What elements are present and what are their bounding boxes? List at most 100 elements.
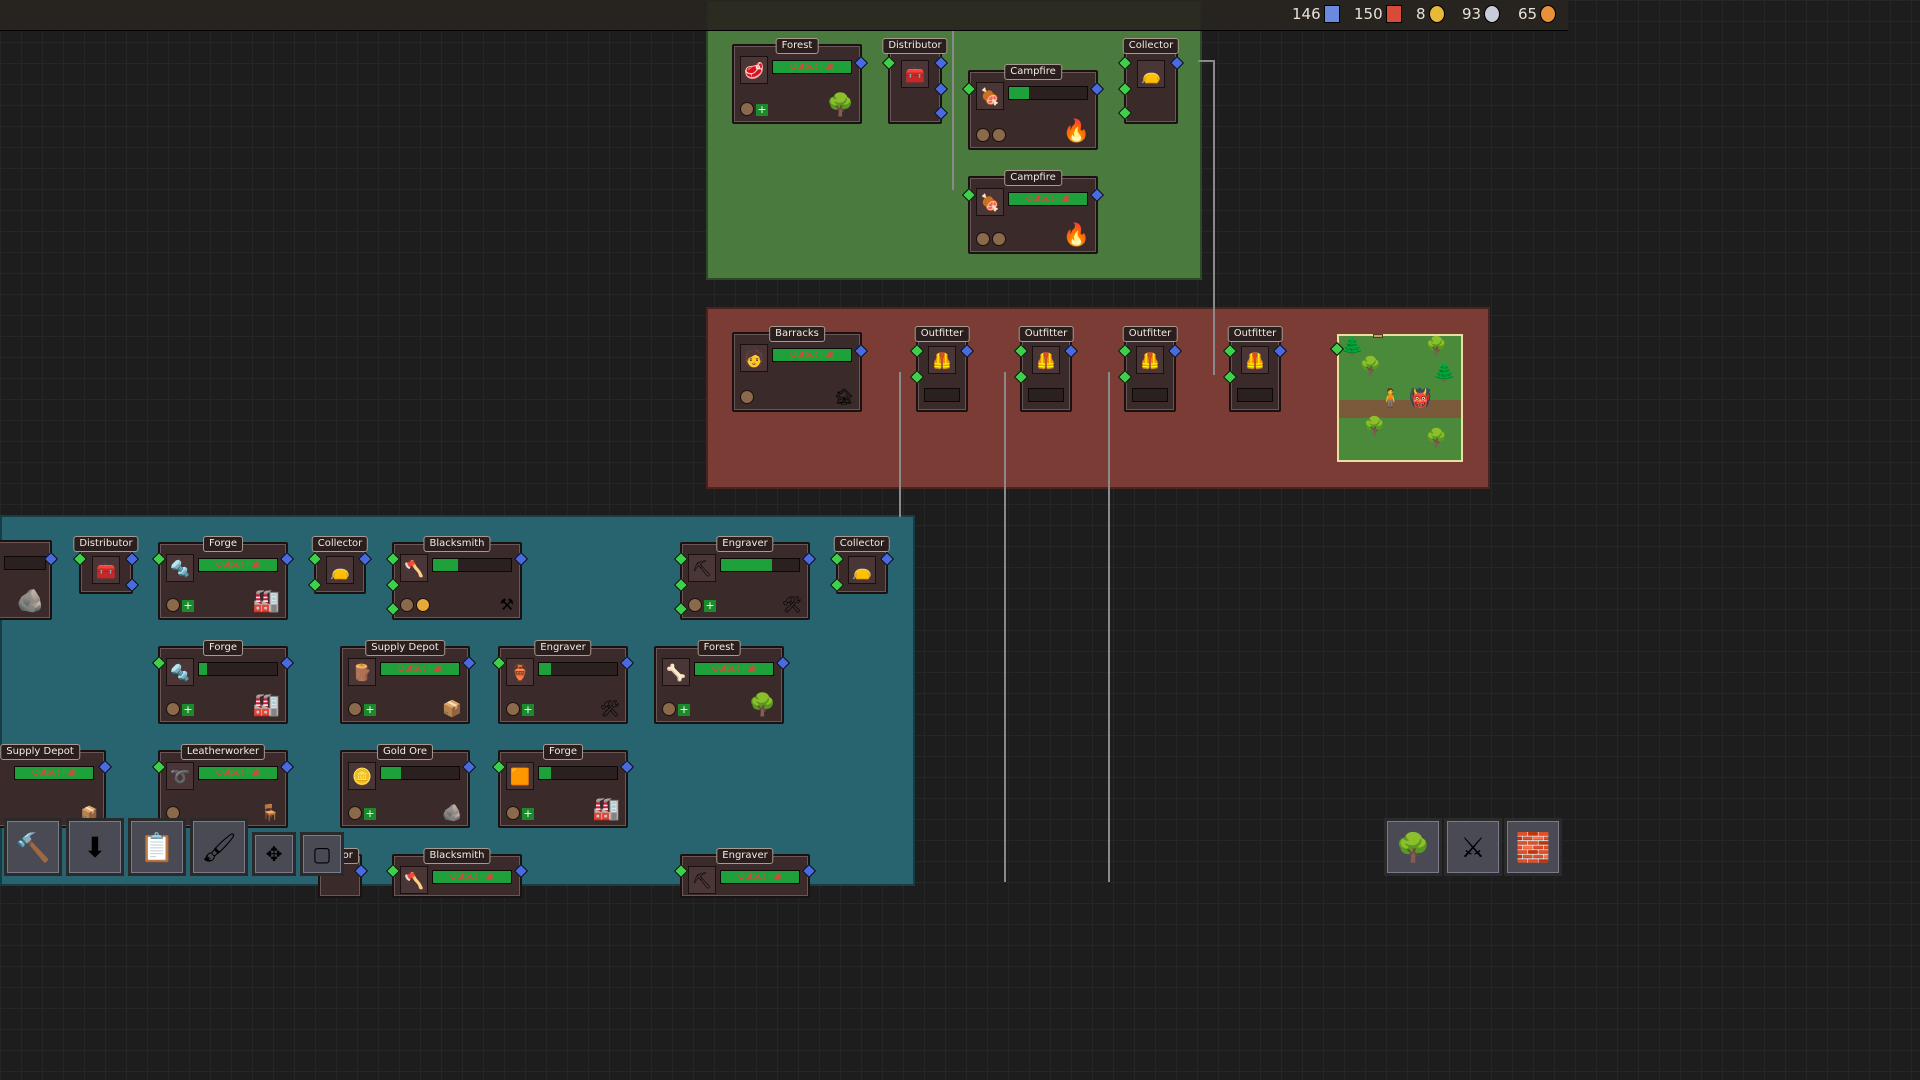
wire bbox=[899, 372, 901, 517]
progress-bar: Output Full bbox=[1008, 192, 1088, 206]
move-arrows-icon[interactable]: ✥ bbox=[252, 832, 296, 876]
node-campfire-2[interactable]: Campfire 🍖 Output Full 🔥 bbox=[961, 170, 1105, 254]
node-collector-br[interactable]: Collector 👝 bbox=[829, 536, 895, 594]
node-forge-1[interactable]: Forge 🔩 Output Full + 🏭 bbox=[151, 536, 295, 620]
progress-bar bbox=[432, 558, 512, 572]
brick-wall-icon[interactable]: 🧱 bbox=[1504, 818, 1562, 876]
worker-icon bbox=[348, 702, 362, 716]
guild-count: 150 bbox=[1354, 5, 1383, 23]
add-worker-button[interactable]: + bbox=[182, 704, 194, 716]
node-collector-bl[interactable]: Collector 👝 bbox=[307, 536, 373, 594]
sack-icon: 👝 bbox=[848, 556, 876, 584]
armor-icon: 🦺 bbox=[928, 346, 956, 374]
tree-icon: 🌲 bbox=[1433, 362, 1456, 383]
campfire-icon: 🔥 bbox=[1062, 223, 1090, 248]
node-outfitter-2[interactable]: Outfitter 🦺 bbox=[1013, 326, 1079, 412]
armor-icon: 🦺 bbox=[1241, 346, 1269, 374]
node-distributor-top[interactable]: Distributor 🧰 bbox=[881, 38, 949, 124]
node-supply-depot-1[interactable]: Supply Depot 🪵 Output Full + 📦 bbox=[340, 640, 477, 724]
node-title: Forest bbox=[775, 38, 819, 54]
node-forest-top[interactable]: Forest 🥩 Output Full + 🌳 bbox=[732, 38, 869, 124]
paint-brush-icon[interactable]: 🖌 bbox=[190, 818, 248, 876]
node-title: Collector bbox=[1122, 38, 1180, 54]
iron-bar-icon: 🔩 bbox=[166, 658, 194, 686]
soldier-icon: 🧍 bbox=[1379, 388, 1402, 409]
resource-silver: 93 bbox=[1462, 5, 1501, 23]
ore-icon: 🪨 bbox=[16, 589, 44, 614]
medal-count: 146 bbox=[1292, 5, 1321, 23]
node-leatherworker[interactable]: Leatherworker ➰ Output Full 🪑 bbox=[151, 744, 295, 828]
iron-bar-icon: 🔩 bbox=[166, 554, 194, 582]
add-worker-button[interactable]: + bbox=[522, 808, 534, 820]
progress-bar: Output Full bbox=[198, 766, 278, 780]
output-slot bbox=[924, 388, 960, 402]
node-title: Distributor bbox=[882, 38, 948, 54]
node-forest-bl[interactable]: Forest 🦴 Output Full + 🌳 bbox=[654, 640, 791, 724]
medal-icon bbox=[1323, 5, 1340, 23]
node-barracks[interactable]: Barracks 🧑 Output Full 🏚 bbox=[732, 326, 869, 412]
node-title: Engraver bbox=[716, 848, 774, 864]
tree-icon[interactable]: 🌳 bbox=[1384, 818, 1442, 876]
progress-bar: Output Full bbox=[694, 662, 774, 676]
armor-icon: 🦺 bbox=[1032, 346, 1060, 374]
output-full-label: Output Full bbox=[397, 664, 442, 673]
wire bbox=[1213, 60, 1215, 375]
blueprint-board-icon[interactable]: 📋 bbox=[128, 818, 186, 876]
worker-icon bbox=[740, 102, 754, 116]
add-worker-button[interactable]: + bbox=[364, 704, 376, 716]
node-distributor-bl[interactable]: Distributor 🧰 bbox=[72, 536, 140, 594]
node-campfire-1[interactable]: Campfire 🍖 🔥 bbox=[961, 64, 1105, 150]
window-frame-icon[interactable]: ▢ bbox=[300, 832, 344, 876]
crossed-swords-icon[interactable]: ⚔ bbox=[1444, 818, 1502, 876]
sack-icon: 👝 bbox=[1137, 60, 1165, 88]
hammer-build-icon[interactable]: 🔨 bbox=[4, 818, 62, 876]
node-blacksmith-1[interactable]: Blacksmith 🪓 ⚒ bbox=[385, 536, 529, 620]
add-worker-button[interactable]: + bbox=[522, 704, 534, 716]
chest-icon: 🧰 bbox=[92, 556, 120, 584]
node-outfitter-1[interactable]: Outfitter 🦺 bbox=[909, 326, 975, 412]
crates-icon: 📦 bbox=[442, 699, 462, 718]
download-arrow-icon[interactable]: ⬇ bbox=[66, 818, 124, 876]
add-worker-button[interactable]: + bbox=[364, 808, 376, 820]
worker-icon bbox=[976, 128, 990, 142]
barracks-icon: 🏚 bbox=[833, 387, 854, 406]
battlefield-preview[interactable]: 🌲 🌳 🌳 🌲 🧍 👹 🌳 🌳 bbox=[1329, 334, 1463, 462]
output-full-label: Output Full bbox=[737, 872, 782, 881]
guild-shield-icon bbox=[1385, 5, 1402, 23]
worker-icon bbox=[992, 232, 1006, 246]
add-worker-button[interactable]: + bbox=[182, 600, 194, 612]
add-worker-button[interactable]: + bbox=[678, 704, 690, 716]
node-title: Gold Ore bbox=[376, 744, 434, 760]
node-engraver-2[interactable]: Engraver 🏺 + 🛠 bbox=[491, 640, 635, 724]
progress-bar: Output Full bbox=[720, 870, 800, 884]
node-engraver-3[interactable]: Engraver ⛏ Output Full bbox=[673, 848, 817, 898]
node-blacksmith-2[interactable]: Blacksmith 🪓 Output Full bbox=[385, 848, 529, 898]
node-title: Campfire bbox=[1004, 170, 1062, 186]
worker-icon bbox=[506, 806, 520, 820]
node-title: Barracks bbox=[769, 326, 825, 342]
add-worker-button[interactable]: + bbox=[704, 600, 716, 612]
node-forge-3[interactable]: Forge 🟧 + 🏭 bbox=[491, 744, 635, 828]
node-engraver-1[interactable]: Engraver ⛏ + 🛠 bbox=[673, 536, 817, 620]
progress-bar bbox=[4, 556, 46, 570]
output-slot bbox=[1028, 388, 1064, 402]
node-partial-left[interactable]: 🪨 bbox=[0, 540, 59, 620]
node-title: Outfitter bbox=[1018, 326, 1074, 342]
node-outfitter-4[interactable]: Outfitter 🦺 bbox=[1222, 326, 1288, 412]
worker-icon bbox=[662, 702, 676, 716]
progress-bar bbox=[720, 558, 800, 572]
battlefield-tag bbox=[1373, 334, 1383, 338]
wire bbox=[952, 30, 954, 190]
add-worker-button[interactable]: + bbox=[756, 104, 768, 116]
wire bbox=[1108, 372, 1110, 882]
progress-bar: Output Full bbox=[198, 558, 278, 572]
node-gold-ore[interactable]: Gold Ore 🪙 + 🪨 bbox=[340, 744, 477, 828]
node-supply-depot-2[interactable]: Supply Depot Output Full 📦 bbox=[0, 744, 113, 828]
node-collector-top[interactable]: Collector 👝 bbox=[1117, 38, 1185, 124]
node-outfitter-3[interactable]: Outfitter 🦺 bbox=[1117, 326, 1183, 412]
node-title: Collector bbox=[833, 536, 891, 552]
gold-nugget-icon: 🪙 bbox=[348, 762, 376, 790]
node-forge-2[interactable]: Forge 🔩 + 🏭 bbox=[151, 640, 295, 724]
tree-icon: 🌳 bbox=[748, 693, 776, 718]
silver-count: 93 bbox=[1462, 5, 1482, 23]
